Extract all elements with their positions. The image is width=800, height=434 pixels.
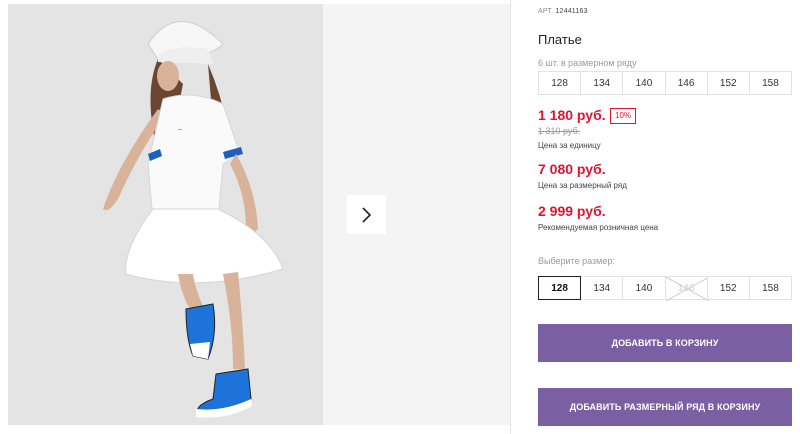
product-photo[interactable]: ~ <box>8 4 323 425</box>
row-price-caption: Цена за размерный ряд <box>538 181 627 190</box>
size-row-hint: 6 шт. в размерном ряду <box>538 58 637 68</box>
size-select-hint: Выберите размер: <box>538 256 615 266</box>
chevron-right-icon <box>361 206 371 223</box>
discount-badge: 10% <box>610 108 637 124</box>
article-line: АРТ. 12441163 <box>538 8 588 15</box>
size-row-cell: 152 <box>706 71 750 95</box>
rrp-price-caption: Рекомендуемая розничная цена <box>538 223 659 232</box>
rrp-price: 2 999 руб. <box>538 203 606 219</box>
product-title: Платье <box>538 32 582 47</box>
product-gallery: ~ <box>0 0 510 434</box>
size-option-140[interactable]: 140 <box>622 276 666 300</box>
size-option-134[interactable]: 134 <box>580 276 624 300</box>
girl-in-dress-illustration: ~ <box>8 4 323 425</box>
size-row-cell: 128 <box>538 71 582 95</box>
article-label: АРТ. <box>538 8 554 15</box>
size-option-128[interactable]: 128 <box>538 276 582 300</box>
size-row-cell: 140 <box>622 71 666 95</box>
row-price: 7 080 руб. <box>538 161 606 177</box>
column-divider <box>510 0 511 434</box>
size-option-146: 146 <box>664 276 709 301</box>
next-photo-button[interactable] <box>347 195 386 234</box>
size-row-cell: 158 <box>748 71 793 95</box>
size-option-152[interactable]: 152 <box>706 276 750 300</box>
add-size-row-to-cart-button[interactable]: ДОБАВИТЬ РАЗМЕРНЫЙ РЯД В КОРЗИНУ <box>538 388 792 426</box>
unavailable-cross-icon <box>665 277 709 301</box>
size-row-table: 128 134 140 146 152 158 <box>538 71 793 95</box>
unit-price-caption: Цена за единицу <box>538 141 601 150</box>
size-option-158[interactable]: 158 <box>748 276 793 300</box>
size-row-cell: 146 <box>664 71 708 95</box>
unit-price: 1 180 руб. <box>538 107 606 123</box>
add-to-cart-button[interactable]: ДОБАВИТЬ В КОРЗИНУ <box>538 324 792 362</box>
article-number: 12441163 <box>555 8 588 15</box>
svg-text:~: ~ <box>178 127 182 134</box>
size-selector: 128 134 140 146 152 158 <box>538 276 793 301</box>
size-row-cell: 134 <box>580 71 624 95</box>
old-price: 1 310 руб. <box>538 126 581 136</box>
